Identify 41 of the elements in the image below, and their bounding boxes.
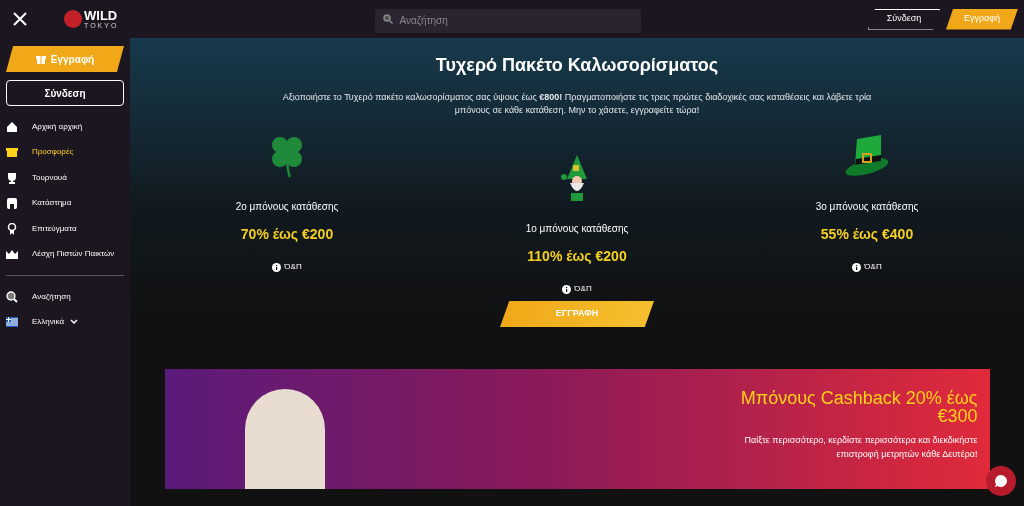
crown-icon xyxy=(6,248,18,261)
sidebar-item[interactable]: Τουρνουά xyxy=(6,165,124,191)
sidebar-item[interactable]: Προσφορές xyxy=(6,139,124,165)
bonus-label: 2ο μπόνους κατάθεσης xyxy=(235,200,339,214)
home-icon xyxy=(6,120,18,133)
store-icon xyxy=(6,197,18,210)
cashback-description: Παίξτε περισσότερο, κερδίστε περισσότερα και διεκδικήστε επιστροφή μετρητών κάθε Δευτέρα! xyxy=(743,434,978,461)
bonus-amount: 110% έως €200 xyxy=(527,247,627,266)
search-icon xyxy=(383,14,394,24)
promo-description: Αξιοποιήστε το Τυχερό πακέτο καλωσορίσματος σας ύψους έως €800! Πραγματοποιήστε τις τρεις πρώτες διαδοχικές σας καταθέσεις και λάβετε τρία μπόνους σε κάθε κατάθεση. Μην το χάσετε, εγγραφείτε τώρα! xyxy=(282,91,872,117)
bonus-label: 3ο μπόνους κατάθεσης xyxy=(815,200,919,214)
gift-icon xyxy=(35,54,46,64)
bonus-label: 1ο μπόνους κατάθεσης xyxy=(525,222,629,236)
terms-link[interactable]: Ό&Π xyxy=(852,261,882,273)
trophy-icon xyxy=(6,171,18,184)
sidebar-item[interactable]: Κατάστημα xyxy=(6,190,124,216)
cashback-title: Μπόνους Cashback 20% έως €300 xyxy=(739,389,978,425)
language-selector[interactable]: Ελληνικά xyxy=(6,309,124,334)
chat-bubble-icon xyxy=(994,474,1008,488)
flag-icon xyxy=(6,315,18,328)
search-field[interactable]: Αναζήτηση xyxy=(375,8,642,33)
medal-icon xyxy=(6,222,18,235)
sidebar-item[interactable]: Αναζήτηση xyxy=(6,284,124,309)
bonus-amount: 70% έως €200 xyxy=(240,225,334,244)
terms-link[interactable]: Ό&Π xyxy=(272,261,302,273)
chevron-down-icon xyxy=(70,318,79,325)
info-icon xyxy=(852,262,862,272)
close-icon xyxy=(13,12,27,26)
sidebar-item[interactable]: Επιτεύγματα xyxy=(6,216,124,242)
gift-icon xyxy=(6,146,18,159)
logo-text: WILD xyxy=(84,9,119,22)
sidebar-item[interactable]: Λέσχη Πιστών Παικτών xyxy=(6,241,124,267)
login-button[interactable]: Σύνδεση xyxy=(6,80,124,106)
sidebar-item[interactable]: Αρχική αρχική xyxy=(6,114,124,140)
promo-title: Τυχερό Πακέτο Καλωσορίσματος xyxy=(435,54,719,77)
chat-button[interactable] xyxy=(986,466,1016,496)
info-icon xyxy=(272,262,282,272)
search-icon xyxy=(6,290,18,303)
terms-link[interactable]: Ό&Π xyxy=(562,283,592,295)
bonus-amount: 55% έως €400 xyxy=(820,225,914,244)
info-icon xyxy=(562,284,572,294)
